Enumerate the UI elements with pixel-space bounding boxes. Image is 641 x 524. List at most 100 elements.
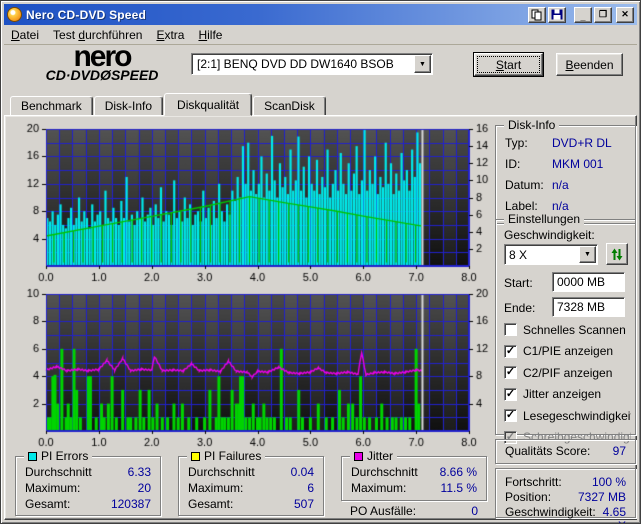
stats-panel-pi-failures: PI FailuresDurchschnitt0.04Maximum:6Gesa… [178,456,324,516]
chevron-down-icon: ▼ [584,251,591,258]
disk-info-row: Datum:n/a [505,178,628,194]
window-title: Nero CD-DVD Speed [26,8,526,22]
checkbox-label: Lesegeschwindigkeit a [523,409,631,423]
quality-score-row: Qualitäts Score: 97 [505,444,626,459]
stats-panel-pi-errors: PI ErrorsDurchschnitt6.33Maximum:20Gesam… [15,456,161,516]
tabstrip: BenchmarkDisk-InfoDiskqualitätScanDisk [10,93,637,116]
disk-info-value: DVD+R DL [552,136,612,152]
progress-row: Geschwindigkeit:4.65 X [505,505,626,520]
stats-panel-title: PI Errors [24,449,92,463]
progress-panel: Fortschritt: 100 %Position:7327 MBGeschwi… [495,468,636,518]
stats-row: Gesamt: 120387 [25,497,151,512]
stats-row: Maximum: 6 [188,481,314,496]
stats-label: Durchschnitt [188,465,255,480]
stats-label: Maximum: [188,481,243,496]
minimize-button[interactable]: _ [574,7,592,23]
pif-jitter-chart [13,288,491,448]
tab-disk-info[interactable]: Disk-Info [94,96,163,116]
progress-label: Fortschritt: [505,475,562,490]
stats-value: 120387 [111,497,151,512]
progress-row: Fortschritt: 100 % [505,475,626,490]
scan-end-label: Ende: [504,301,535,315]
checkbox-schnelles-scannen[interactable]: Schnelles Scannen [504,322,631,337]
checkbox-lesegeschwindigkeit-a[interactable]: ✓ Lesegeschwindigkeit a [504,408,631,423]
disk-info-value: n/a [552,178,569,194]
menu-extra[interactable]: Extra [149,26,191,44]
checkbox-box[interactable]: ✓ [504,366,517,379]
checkbox-box[interactable]: ✓ [504,345,517,358]
chevron-down-icon: ▼ [419,61,426,68]
checkbox-jitter-anzeigen[interactable]: ✓Jitter anzeigen [504,387,631,402]
stats-panel-title: Jitter [350,449,397,463]
stats-value: 507 [294,497,314,512]
scan-start-field[interactable]: 0000 MB [552,272,625,292]
checkbox-label: Schnelles Scannen [523,323,626,337]
disk-info-label: Datum: [505,178,552,194]
stats-label: Maximum: [25,481,80,496]
stats-row: Durchschnitt8.66 % [351,465,477,480]
stats-title-text: PI Errors [41,449,88,463]
refresh-icon [611,248,623,261]
tab-benchmark[interactable]: Benchmark [10,96,93,116]
copy-screenshot-button[interactable] [528,7,546,23]
app-window: Nero CD-DVD Speed _ ❐ ✕ DateiTest durchf… [0,0,641,524]
stats-panel-title: PI Failures [187,449,265,463]
stats-label: Durchschnitt [351,465,418,480]
progress-label: Geschwindigkeit: [505,505,596,520]
checkbox-box[interactable]: ✓ [504,388,517,401]
speed-label: Geschwindigkeit: [504,228,595,242]
copy-icon [531,9,543,21]
tab-scandisk[interactable]: ScanDisk [253,96,326,116]
speed-select-dropdown-button[interactable]: ▼ [579,246,596,263]
tab-diskqualit-t[interactable]: Diskqualität [164,93,252,116]
refresh-speed-button[interactable] [606,243,628,265]
save-screenshot-button[interactable] [548,7,566,23]
quality-score-label: Qualitäts Score: [505,444,590,459]
close-button[interactable]: ✕ [616,7,634,23]
checkbox-c2-pif-anzeigen[interactable]: ✓ C2/PIF anzeigen [504,365,631,380]
close-icon: ✕ [621,10,629,19]
legend-swatch-icon [191,452,200,461]
nero-logo-subtitle: CD·DVDØSPEED [17,68,187,83]
stats-panel-jitter: JitterDurchschnitt8.66 %Maximum:11.5 % [341,456,487,501]
stats-row: Maximum:20 [25,481,151,496]
stats-row: Maximum: 11.5 % [351,481,477,496]
checkbox-box[interactable]: ✓ [504,409,517,422]
po-failures-value: 0 [471,504,478,519]
progress-row: Position:7327 MB [505,490,626,505]
maximize-button[interactable]: ❐ [594,7,612,23]
stats-value: 6 [307,481,314,496]
stats-row: Durchschnitt6.33 [25,465,151,480]
checkbox-label: C2/PIF anzeigen [523,366,612,380]
stats-title-text: Jitter [367,449,393,463]
scan-end-field[interactable]: 7328 MB [552,297,625,317]
stats-value: 11.5 % [441,481,477,496]
stats-title-text: PI Failures [204,449,261,463]
po-failures-label: PO Ausfälle: [350,504,416,519]
checkbox-box[interactable] [504,323,517,336]
disk-info-row: Typ:DVD+R DL [505,136,628,152]
start-button[interactable]: Start [474,53,543,76]
scan-start-label: Start: [504,276,533,290]
menu-hilfe[interactable]: Hilfe [191,26,229,44]
quality-score-panel: Qualitäts Score: 97 [495,439,636,464]
stats-label: Maximum: [351,481,406,496]
stats-label: Gesamt: [25,497,70,512]
drive-select[interactable]: [2:1] BENQ DVD DD DW1640 BSOB ▼ [191,53,433,75]
disk-info-row: ID:MKM 001 [505,157,628,173]
speed-select-value: 8 X [505,248,579,262]
progress-label: Position: [505,490,551,505]
progress-value: 100 % [592,475,626,490]
drive-select-dropdown-button[interactable]: ▼ [414,55,431,73]
stats-label: Gesamt: [188,497,233,512]
menu-datei[interactable]: Datei [4,26,46,44]
stats-value: 6.33 [128,465,151,480]
progress-value: 4.65 X [596,505,626,520]
save-icon [551,9,563,20]
titlebar: Nero CD-DVD Speed _ ❐ ✕ [4,4,637,25]
quality-score-value: 97 [613,444,626,459]
checkbox-c1-pie-anzeigen[interactable]: ✓C1/PIE anzeigen [504,344,631,359]
nero-logo: nero CD·DVDØSPEED [17,46,187,83]
speed-select[interactable]: 8 X ▼ [504,244,598,265]
quit-button[interactable]: Beenden [556,53,623,76]
